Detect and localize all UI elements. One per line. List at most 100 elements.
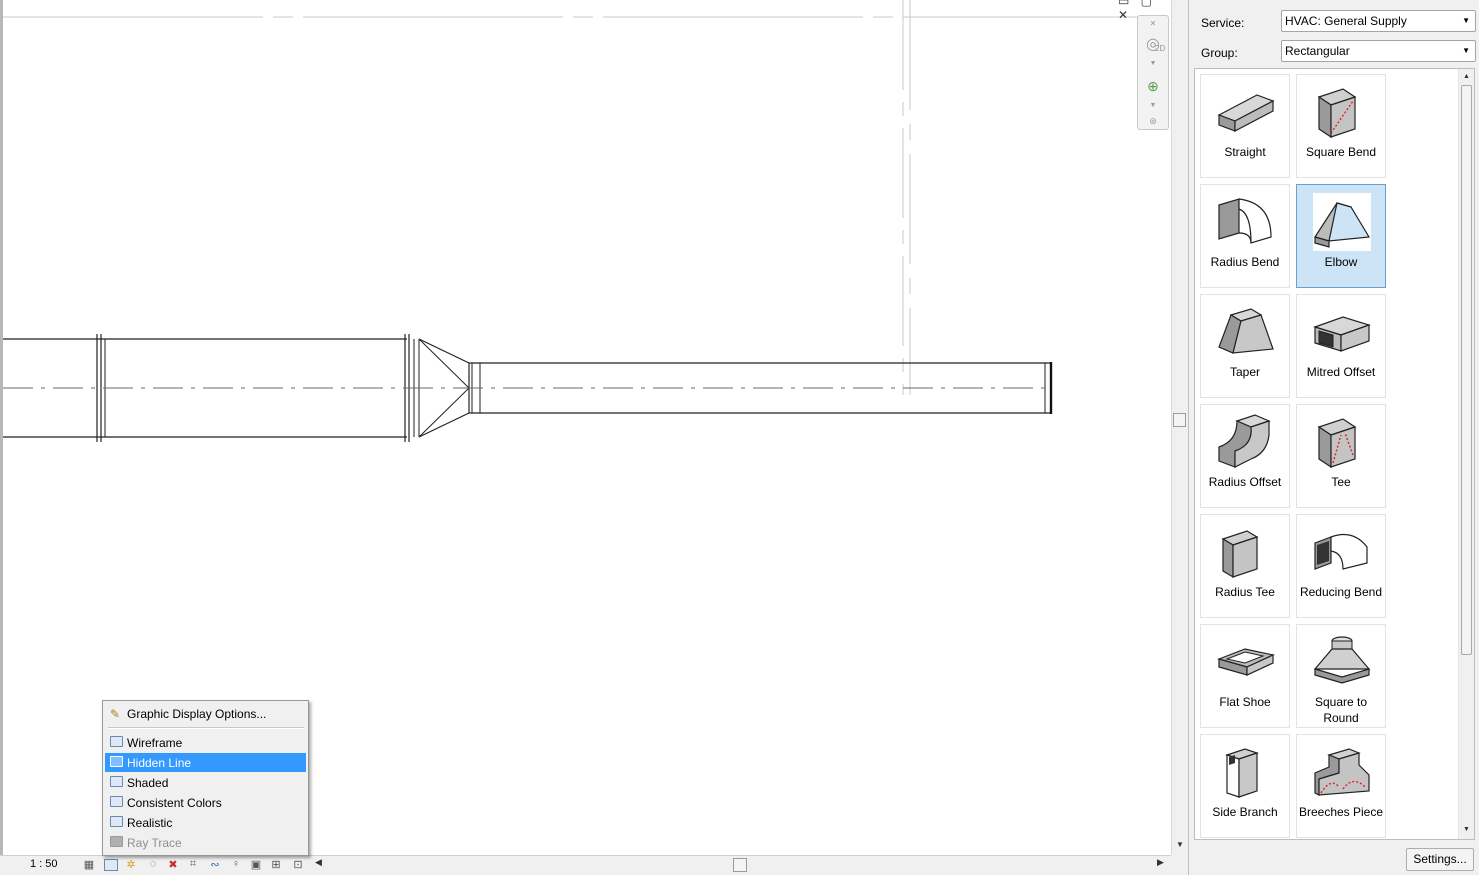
taper-edge	[418, 387, 470, 438]
gallery-scrollbar[interactable]: ▲ ▼	[1458, 69, 1474, 839]
elbow-icon	[1313, 193, 1371, 251]
resize-grip-icon[interactable]: ⊛	[1138, 116, 1168, 127]
tile-reducing-bend[interactable]: Reducing Bend	[1296, 514, 1386, 618]
tile-label: Flat Shoe	[1219, 695, 1271, 709]
ray-trace-icon	[110, 836, 123, 847]
scrollbar-corner	[1171, 855, 1188, 875]
tile-taper[interactable]: Taper	[1200, 294, 1290, 398]
constraints-icon[interactable]: ⊡	[291, 858, 305, 872]
tile-square-bend[interactable]: Square Bend	[1296, 74, 1386, 178]
close-icon[interactable]: ✕	[1138, 19, 1168, 28]
tile-label: Elbow	[1324, 255, 1358, 269]
chevron-down-icon: ▼	[1462, 46, 1470, 55]
tile-label: Square to	[1314, 695, 1368, 709]
pencil-icon: ✎	[110, 707, 121, 721]
reducing-bend-icon	[1314, 534, 1368, 570]
scrollbar-thumb[interactable]	[1173, 413, 1186, 427]
tile-label: Breeches Piece	[1298, 805, 1384, 819]
menu-separator	[108, 727, 304, 729]
breeches-piece-icon	[1314, 748, 1370, 796]
tile-label: Square Bend	[1305, 145, 1377, 159]
crop-region-icon[interactable]: ✖	[166, 858, 180, 872]
scroll-down-arrow-icon[interactable]: ▼	[1176, 840, 1184, 849]
menu-item-ray-trace: Ray Trace	[105, 833, 306, 852]
tile-label: Radius Bend	[1210, 255, 1280, 269]
flat-shoe-icon	[1217, 648, 1275, 676]
canvas-vertical-scrollbar[interactable]: ▼	[1171, 0, 1188, 855]
graphic-display-options-item[interactable]: ✎ Graphic Display Options...	[105, 704, 306, 723]
show-crop-icon[interactable]: ⌗	[186, 858, 200, 872]
tile-radius-tee[interactable]: Radius Tee	[1200, 514, 1290, 618]
menu-item-wireframe[interactable]: Wireframe	[105, 733, 306, 752]
tile-square-to-round[interactable]: Square to Round	[1296, 624, 1386, 728]
tile-label: Mitred Offset	[1306, 365, 1376, 379]
analytical-model-icon[interactable]: ⊞	[269, 858, 283, 872]
mitred-offset-icon	[1313, 316, 1371, 352]
shadows-icon[interactable]: ◌	[146, 858, 160, 872]
view-control-bar: 1 : 50 ▦ ✲ ◌ ✖ ⌗ ∾ ♀ ▣ ⊞ ⊡ ◀ ▶	[0, 855, 1171, 875]
fittings-gallery: Straight Square Bend Radius Bend Elbow T…	[1194, 68, 1475, 840]
tile-side-branch[interactable]: Side Branch	[1200, 734, 1290, 838]
radius-tee-icon	[1221, 530, 1259, 579]
realistic-icon	[110, 816, 123, 827]
group-dropdown[interactable]: Rectangular ▼	[1281, 40, 1476, 62]
zoom-icon[interactable]: ⊕	[1138, 78, 1168, 95]
tee-icon	[1317, 418, 1357, 469]
horizontal-scrollbar-thumb[interactable]	[733, 858, 747, 872]
service-dropdown[interactable]: HVAC: General Supply ▼	[1281, 10, 1476, 32]
consistent-colors-icon	[110, 796, 123, 807]
tile-radius-offset[interactable]: Radius Offset	[1200, 404, 1290, 508]
hidden-line-icon	[110, 756, 123, 767]
temporary-hide-icon[interactable]: ∾	[208, 858, 222, 872]
view-scale[interactable]: 1 : 50	[30, 858, 58, 870]
tile-straight[interactable]: Straight	[1200, 74, 1290, 178]
tile-label-line-2: Round	[1323, 711, 1359, 725]
menu-item-hidden-line[interactable]: Hidden Line	[105, 753, 306, 772]
tile-radius-bend[interactable]: Radius Bend	[1200, 184, 1290, 288]
menu-item-realistic[interactable]: Realistic	[105, 813, 306, 832]
radius-offset-icon	[1218, 414, 1271, 468]
menu-item-shaded[interactable]: Shaded	[105, 773, 306, 792]
visual-style-icon[interactable]	[104, 859, 118, 871]
tile-label: Side Branch	[1212, 805, 1278, 819]
chevron-down-icon: ▼	[1462, 16, 1470, 25]
side-branch-icon	[1225, 748, 1259, 798]
group-label: Group:	[1201, 46, 1238, 60]
reveal-hidden-icon[interactable]: ♀	[229, 858, 243, 872]
visual-style-menu: ✎ Graphic Display Options... Wireframe H…	[102, 700, 309, 856]
scroll-down-arrow-icon[interactable]: ▼	[1463, 826, 1470, 833]
chevron-down-icon[interactable]: ▼	[1138, 60, 1168, 67]
scroll-up-arrow-icon[interactable]: ▲	[1463, 73, 1470, 80]
navigation-bar: ✕ ◎ 2D ▼ ⊕ ▼ ⊛	[1137, 15, 1169, 130]
gallery-scrollbar-thumb[interactable]	[1461, 85, 1472, 655]
tile-label: Taper	[1229, 365, 1261, 379]
tile-elbow[interactable]: Elbow	[1296, 184, 1386, 288]
square-to-round-icon	[1313, 636, 1371, 684]
detail-level-icon[interactable]: ▦	[82, 858, 96, 872]
tile-label: Tee	[1331, 475, 1351, 489]
scroll-right-arrow-icon[interactable]: ▶	[1157, 857, 1164, 868]
tile-breeches-piece[interactable]: Breeches Piece	[1296, 734, 1386, 838]
radius-bend-icon	[1218, 198, 1272, 244]
settings-button[interactable]: Settings...	[1406, 848, 1474, 871]
square-bend-icon	[1317, 88, 1357, 139]
sun-path-icon[interactable]: ✲	[124, 858, 138, 872]
tile-label: Reducing Bend	[1299, 585, 1383, 599]
tile-mitred-offset[interactable]: Mitred Offset	[1296, 294, 1386, 398]
taper-edge	[418, 412, 470, 438]
tile-tee[interactable]: Tee	[1296, 404, 1386, 508]
group-value: Rectangular	[1285, 44, 1350, 58]
tile-flat-shoe[interactable]: Flat Shoe	[1200, 624, 1290, 728]
chevron-down-icon[interactable]: ▼	[1138, 102, 1168, 109]
taper-edge	[418, 338, 470, 364]
tile-label: Radius Tee	[1215, 585, 1275, 599]
straight-duct-icon	[1217, 94, 1275, 132]
shaded-icon	[110, 776, 123, 787]
tile-label: Radius Offset	[1208, 475, 1282, 489]
fittings-panel: Service: HVAC: General Supply ▼ Group: R…	[1188, 0, 1479, 875]
menu-item-consistent-colors[interactable]: Consistent Colors	[105, 793, 306, 812]
scroll-left-arrow-icon[interactable]: ◀	[315, 857, 322, 868]
lock-3d-icon[interactable]: ▣	[249, 858, 263, 872]
taper-icon	[1218, 308, 1274, 354]
wireframe-icon	[110, 736, 123, 747]
